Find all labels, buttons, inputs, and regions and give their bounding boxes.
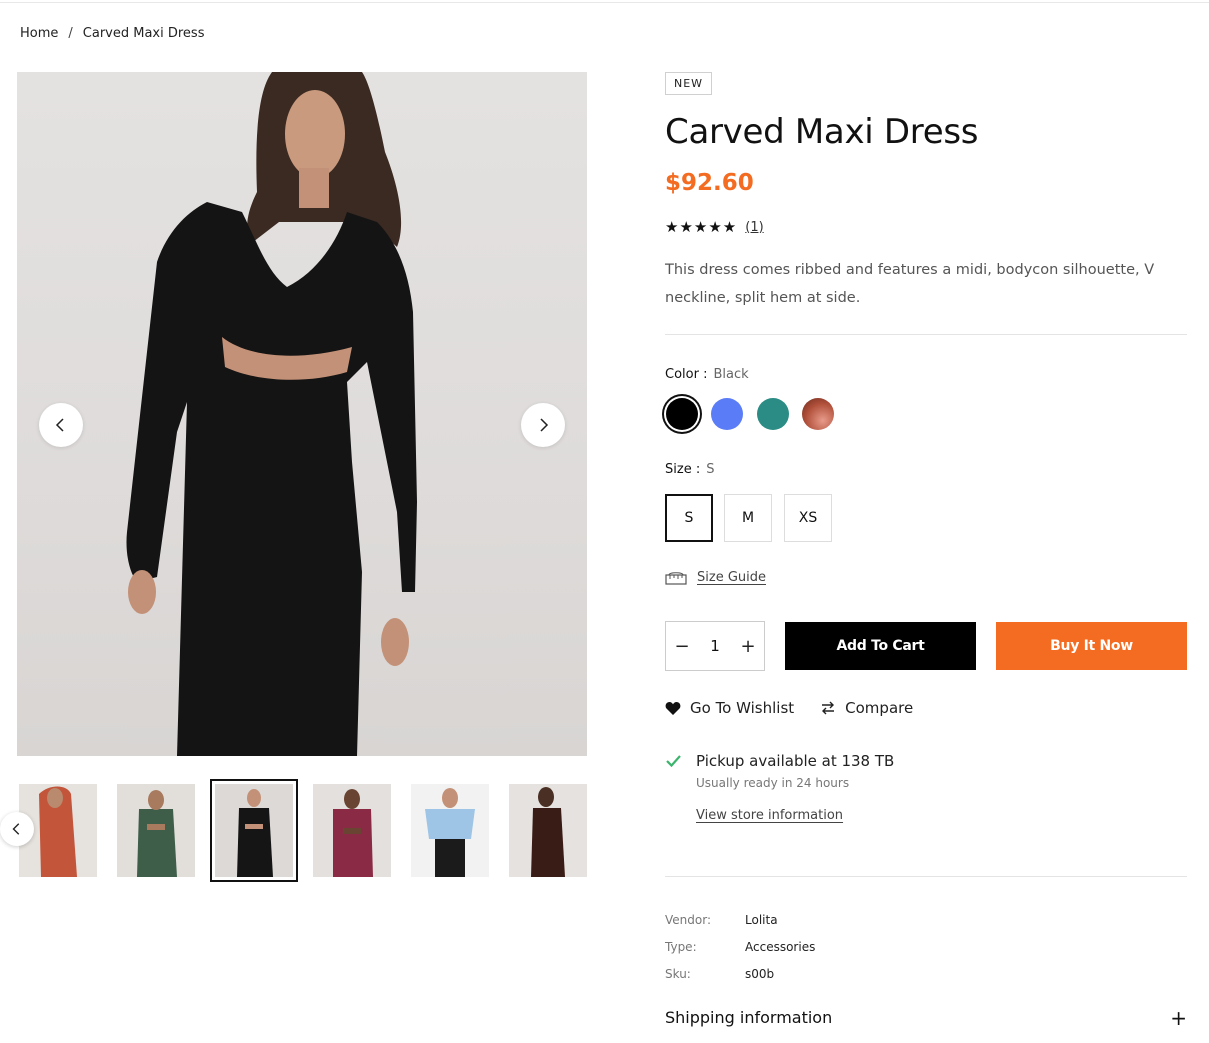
color-swatch-black[interactable] xyxy=(666,398,698,430)
wishlist-label: Go To Wishlist xyxy=(690,699,795,717)
breadcrumb-current: Carved Maxi Dress xyxy=(82,26,205,41)
thumbnail-black-dress[interactable] xyxy=(210,779,298,882)
view-store-info-link[interactable]: View store information xyxy=(696,808,843,823)
dress-illustration xyxy=(126,72,418,756)
new-badge: NEW xyxy=(665,72,713,95)
breadcrumb-separator: / xyxy=(68,26,73,41)
rating-stars: ★★★★★ xyxy=(665,218,738,236)
size-selected-value: S xyxy=(706,462,715,477)
thumbnail-green-dress[interactable] xyxy=(117,784,195,877)
color-label: Color : Black xyxy=(665,367,749,382)
pickup-info: Pickup available at 138 TB Usually ready… xyxy=(665,752,894,823)
ruler-icon xyxy=(665,571,687,585)
thumbnail-blue-sweater[interactable] xyxy=(411,784,489,877)
product-price: $92.60 xyxy=(665,170,754,196)
color-selected-value: Black xyxy=(713,367,749,382)
main-image-next-button[interactable] xyxy=(521,403,565,447)
wishlist-button[interactable]: Go To Wishlist xyxy=(665,699,794,717)
meta-key: Sku: xyxy=(665,966,691,981)
chevron-left-icon xyxy=(12,823,20,835)
review-count-link[interactable]: (1) xyxy=(745,220,763,235)
quantity-decrease-button[interactable]: − xyxy=(674,636,690,657)
chevron-right-icon xyxy=(540,418,549,432)
color-swatch-copper[interactable] xyxy=(802,398,834,430)
main-image-prev-button[interactable] xyxy=(39,403,83,447)
check-icon xyxy=(666,755,681,768)
product-rating: ★★★★★ (1) xyxy=(665,218,764,236)
pickup-subtext: Usually ready in 24 hours xyxy=(696,776,850,790)
size-option-xs[interactable]: XS xyxy=(784,494,832,542)
color-label-text: Color : xyxy=(665,367,708,382)
add-to-cart-button[interactable]: Add To Cart xyxy=(785,622,976,670)
meta-row-type: Type: Accessories xyxy=(665,933,815,960)
compare-label: Compare xyxy=(845,699,914,717)
pickup-title: Pickup available at 138 TB xyxy=(696,752,895,770)
thumbnail-image xyxy=(117,784,195,877)
meta-key: Vendor: xyxy=(665,912,711,927)
buy-now-button[interactable]: Buy It Now xyxy=(996,622,1187,670)
thumbnail-brown-dress[interactable] xyxy=(509,784,587,877)
plus-icon: + xyxy=(1170,1006,1187,1030)
size-guide-label: Size Guide xyxy=(697,570,766,585)
meta-value: Accessories xyxy=(745,939,816,954)
size-guide-link[interactable]: Size Guide xyxy=(665,570,766,585)
product-actions: Go To Wishlist Compare xyxy=(665,699,913,717)
quantity-increase-button[interactable]: + xyxy=(740,636,756,657)
thumbnails-prev-button[interactable] xyxy=(0,812,34,846)
size-label-text: Size : xyxy=(665,462,701,477)
quantity-input[interactable]: 1 xyxy=(710,637,720,655)
shipping-info-label: Shipping information xyxy=(665,1008,833,1027)
top-divider xyxy=(0,2,1209,3)
main-product-image xyxy=(17,72,587,756)
meta-row-sku: Sku: s00b xyxy=(665,960,815,987)
thumbnail-image xyxy=(313,784,391,877)
compare-icon xyxy=(822,701,835,715)
shipping-info-accordion[interactable]: Shipping information + xyxy=(665,1008,1187,1028)
thumbnail-image xyxy=(411,784,489,877)
thumbnail-image xyxy=(215,784,293,877)
size-option-s[interactable]: S xyxy=(665,494,713,542)
meta-row-vendor: Vendor: Lolita xyxy=(665,906,815,933)
quantity-stepper: − 1 + xyxy=(665,621,765,671)
meta-value: s00b xyxy=(745,966,775,981)
section-divider xyxy=(665,334,1187,335)
compare-button[interactable]: Compare xyxy=(820,699,913,717)
meta-value: Lolita xyxy=(745,912,778,927)
section-divider xyxy=(665,876,1187,877)
product-meta: Vendor: Lolita Type: Accessories Sku: s0… xyxy=(665,906,815,987)
product-title: Carved Maxi Dress xyxy=(665,112,979,152)
size-label: Size : S xyxy=(665,462,714,477)
chevron-left-icon xyxy=(55,418,64,432)
thumbnail-image xyxy=(509,784,587,877)
breadcrumb: Home / Carved Maxi Dress xyxy=(20,26,204,41)
color-swatch-teal[interactable] xyxy=(757,398,789,430)
product-description: This dress comes ribbed and features a m… xyxy=(665,262,1155,306)
color-swatch-blue[interactable] xyxy=(711,398,743,430)
thumbnail-burgundy-dress[interactable] xyxy=(313,784,391,877)
heart-icon xyxy=(665,701,681,715)
breadcrumb-home-link[interactable]: Home xyxy=(20,26,58,41)
meta-key: Type: xyxy=(665,939,697,954)
size-option-m[interactable]: M xyxy=(724,494,772,542)
